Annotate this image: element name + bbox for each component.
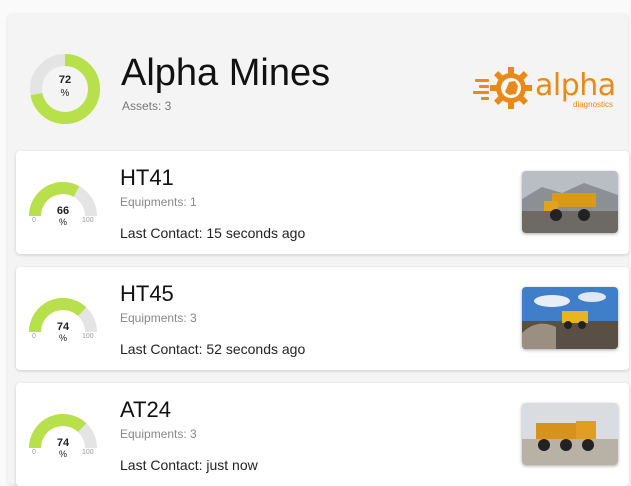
site-health-donut: 72 % bbox=[28, 52, 102, 126]
assets-count: Assets: 3 bbox=[122, 99, 172, 113]
asset-name: HT45 bbox=[120, 281, 174, 306]
asset-last-contact: Last Contact: 52 seconds ago bbox=[120, 341, 306, 357]
site-health-unit: % bbox=[60, 88, 70, 99]
site-health-value: 72 bbox=[58, 74, 72, 86]
gauge-value: 74 bbox=[56, 437, 70, 449]
gauge-max-label: 100 bbox=[82, 449, 94, 456]
gauge-min-label: 0 bbox=[32, 217, 36, 224]
logo-wordmark: alpha bbox=[535, 68, 616, 103]
gauge-value: 74 bbox=[56, 321, 70, 333]
asset-equipments: Equipments: 3 bbox=[120, 427, 197, 441]
site-title: Alpha Mines bbox=[121, 52, 331, 94]
asset-last-contact: Last Contact: 15 seconds ago bbox=[120, 225, 306, 241]
asset-name: HT41 bbox=[120, 165, 174, 190]
asset-thumbnail-articulated-truck bbox=[522, 403, 618, 465]
asset-health-gauge: 74 % 0 100 bbox=[28, 411, 98, 461]
asset-thumbnail-haul-truck bbox=[522, 287, 618, 349]
gauge-min-label: 0 bbox=[32, 333, 36, 340]
asset-equipments: Equipments: 3 bbox=[120, 311, 197, 325]
asset-thumbnail-haul-truck bbox=[522, 171, 618, 233]
asset-health-gauge: 74 % 0 100 bbox=[28, 295, 98, 345]
gauge-max-label: 100 bbox=[82, 333, 94, 340]
alpha-diagnostics-logo: alpha diagnostics bbox=[473, 64, 623, 112]
asset-name: AT24 bbox=[120, 397, 171, 422]
gauge-max-label: 100 bbox=[82, 217, 94, 224]
gauge-value: 66 bbox=[56, 205, 70, 217]
asset-equipments: Equipments: 1 bbox=[120, 195, 197, 209]
logo-tagline: diagnostics bbox=[573, 100, 614, 109]
asset-card-ht45[interactable]: 74 % 0 100 HT45 Equipments: 3 Last Conta… bbox=[16, 267, 629, 370]
asset-card-at24[interactable]: 74 % 0 100 AT24 Equipments: 3 Last Conta… bbox=[16, 383, 629, 486]
asset-card-ht41[interactable]: 66 % 0 100 HT41 Equipments: 1 Last Conta… bbox=[16, 151, 629, 254]
asset-health-gauge: 66 % 0 100 bbox=[28, 179, 98, 229]
site-header[interactable]: 72 % Alpha Mines Assets: 3 alpha diagnos… bbox=[8, 14, 628, 146]
gauge-min-label: 0 bbox=[32, 449, 36, 456]
gear-icon bbox=[473, 67, 532, 109]
asset-last-contact: Last Contact: just now bbox=[120, 457, 258, 473]
